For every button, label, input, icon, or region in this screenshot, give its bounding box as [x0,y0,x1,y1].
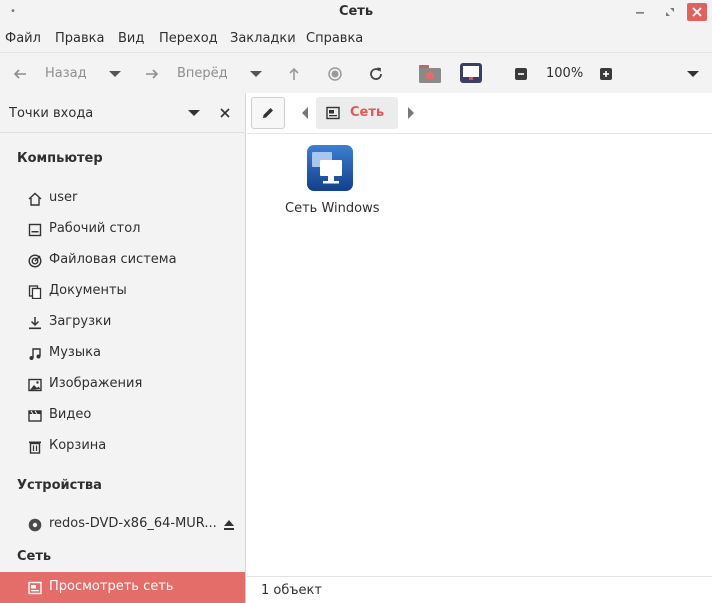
sidebar-header: Точки входа [0,93,246,133]
sidebar-item-label: Видео [49,407,92,422]
close-sidebar-icon[interactable] [219,107,231,119]
minimize-icon [636,12,644,14]
toolbar: Назад Вперёд 100% [0,52,712,93]
desktop-icon [27,222,43,238]
menu-bookmarks[interactable]: Закладки [230,31,296,46]
sidebar-item-label: Просмотреть сеть [49,579,174,594]
menu-bar: Файл Правка Вид Переход Закладки Справка [0,26,712,52]
menu-file[interactable]: Файл [5,31,41,46]
network-icon [326,106,340,120]
home-icon [27,191,43,207]
menu-edit[interactable]: Правка [55,31,104,46]
video-icon [27,408,43,424]
zoom-out-icon[interactable] [514,67,528,81]
music-icon [27,346,43,362]
file-view: Сеть Windows [247,134,712,576]
sidebar-item-browse-network[interactable]: Просмотреть сеть [0,572,245,603]
documents-icon [27,284,43,300]
sidebar-item-documents[interactable]: Документы [0,276,245,307]
sidebar-item-label: Корзина [49,438,107,453]
sidebar-item-label: Изображения [49,376,143,391]
windows-network-icon [306,144,354,192]
stop-icon[interactable] [327,66,343,82]
pictures-icon [27,377,43,393]
minimize-button[interactable] [630,3,650,21]
menu-view[interactable]: Вид [118,31,144,46]
edit-location-button[interactable] [251,97,285,129]
close-icon [692,7,702,17]
network-icon [27,580,43,596]
status-bar: 1 объект [247,576,712,603]
sidebar-item-user[interactable]: user [0,183,245,214]
sidebar-item-downloads[interactable]: Загрузки [0,307,245,338]
sidebar-item-trash[interactable]: Корзина [0,431,245,462]
sidebar-item-dvd[interactable]: redos-DVD-x86_64-MUR... [0,509,245,540]
file-label: Сеть Windows [285,201,380,216]
sidebar-mode-selector[interactable]: Точки входа [9,106,93,121]
back-arrow-icon[interactable] [12,66,28,82]
sidebar-item-label: Файловая система [49,252,177,267]
status-text: 1 объект [261,583,322,598]
window-title: Сеть [338,4,374,19]
title-bar: • Сеть [0,0,712,26]
disc-icon [27,517,43,533]
sidebar-mode-dropdown-icon[interactable] [187,108,201,118]
breadcrumb-label: Сеть [350,105,385,120]
sidebar-item-label: Музыка [49,345,101,360]
more-options-icon[interactable] [686,67,700,81]
sidebar-item-label: user [49,190,78,205]
close-window-button[interactable] [687,3,707,21]
maximize-button[interactable] [660,3,680,21]
forward-arrow-icon[interactable] [144,66,160,82]
downloads-icon [27,315,43,331]
sidebar: Точки входа Компьютер user Рабочий стол … [0,93,246,603]
up-arrow-icon[interactable] [286,66,302,82]
zoom-in-icon[interactable] [599,67,613,81]
home-folder-icon[interactable] [417,61,443,85]
path-scroll-left-icon[interactable] [300,106,310,120]
section-computer: Компьютер [17,151,103,166]
trash-icon [27,439,43,455]
eject-icon[interactable] [221,517,237,533]
sidebar-item-music[interactable]: Музыка [0,338,245,369]
menu-go[interactable]: Переход [159,31,218,46]
section-devices: Устройства [17,478,102,493]
forward-history-dropdown-icon[interactable] [249,67,263,81]
menu-help[interactable]: Справка [306,31,363,46]
back-button[interactable]: Назад [45,66,87,81]
sidebar-item-pictures[interactable]: Изображения [0,369,245,400]
breadcrumb-network[interactable]: Сеть [316,97,398,129]
sidebar-item-desktop[interactable]: Рабочий стол [0,214,245,245]
section-network: Сеть [17,549,52,564]
pencil-icon [263,108,273,118]
sidebar-item-label: Рабочий стол [49,221,141,236]
path-scroll-right-icon[interactable] [405,106,415,120]
sidebar-item-label: Загрузки [49,314,112,329]
sidebar-item-video[interactable]: Видео [0,400,245,431]
back-history-dropdown-icon[interactable] [108,67,122,81]
forward-button[interactable]: Вперёд [177,66,228,81]
computer-icon[interactable] [458,61,484,85]
sidebar-item-filesystem[interactable]: Файловая система [0,245,245,276]
filesystem-icon [27,253,43,269]
sidebar-item-label: redos-DVD-x86_64-MUR... [49,516,217,531]
path-bar: Сеть [247,93,712,134]
reload-icon[interactable] [367,65,385,83]
zoom-level: 100% [546,66,584,81]
sidebar-item-label: Документы [49,283,127,298]
maximize-icon [666,8,674,16]
